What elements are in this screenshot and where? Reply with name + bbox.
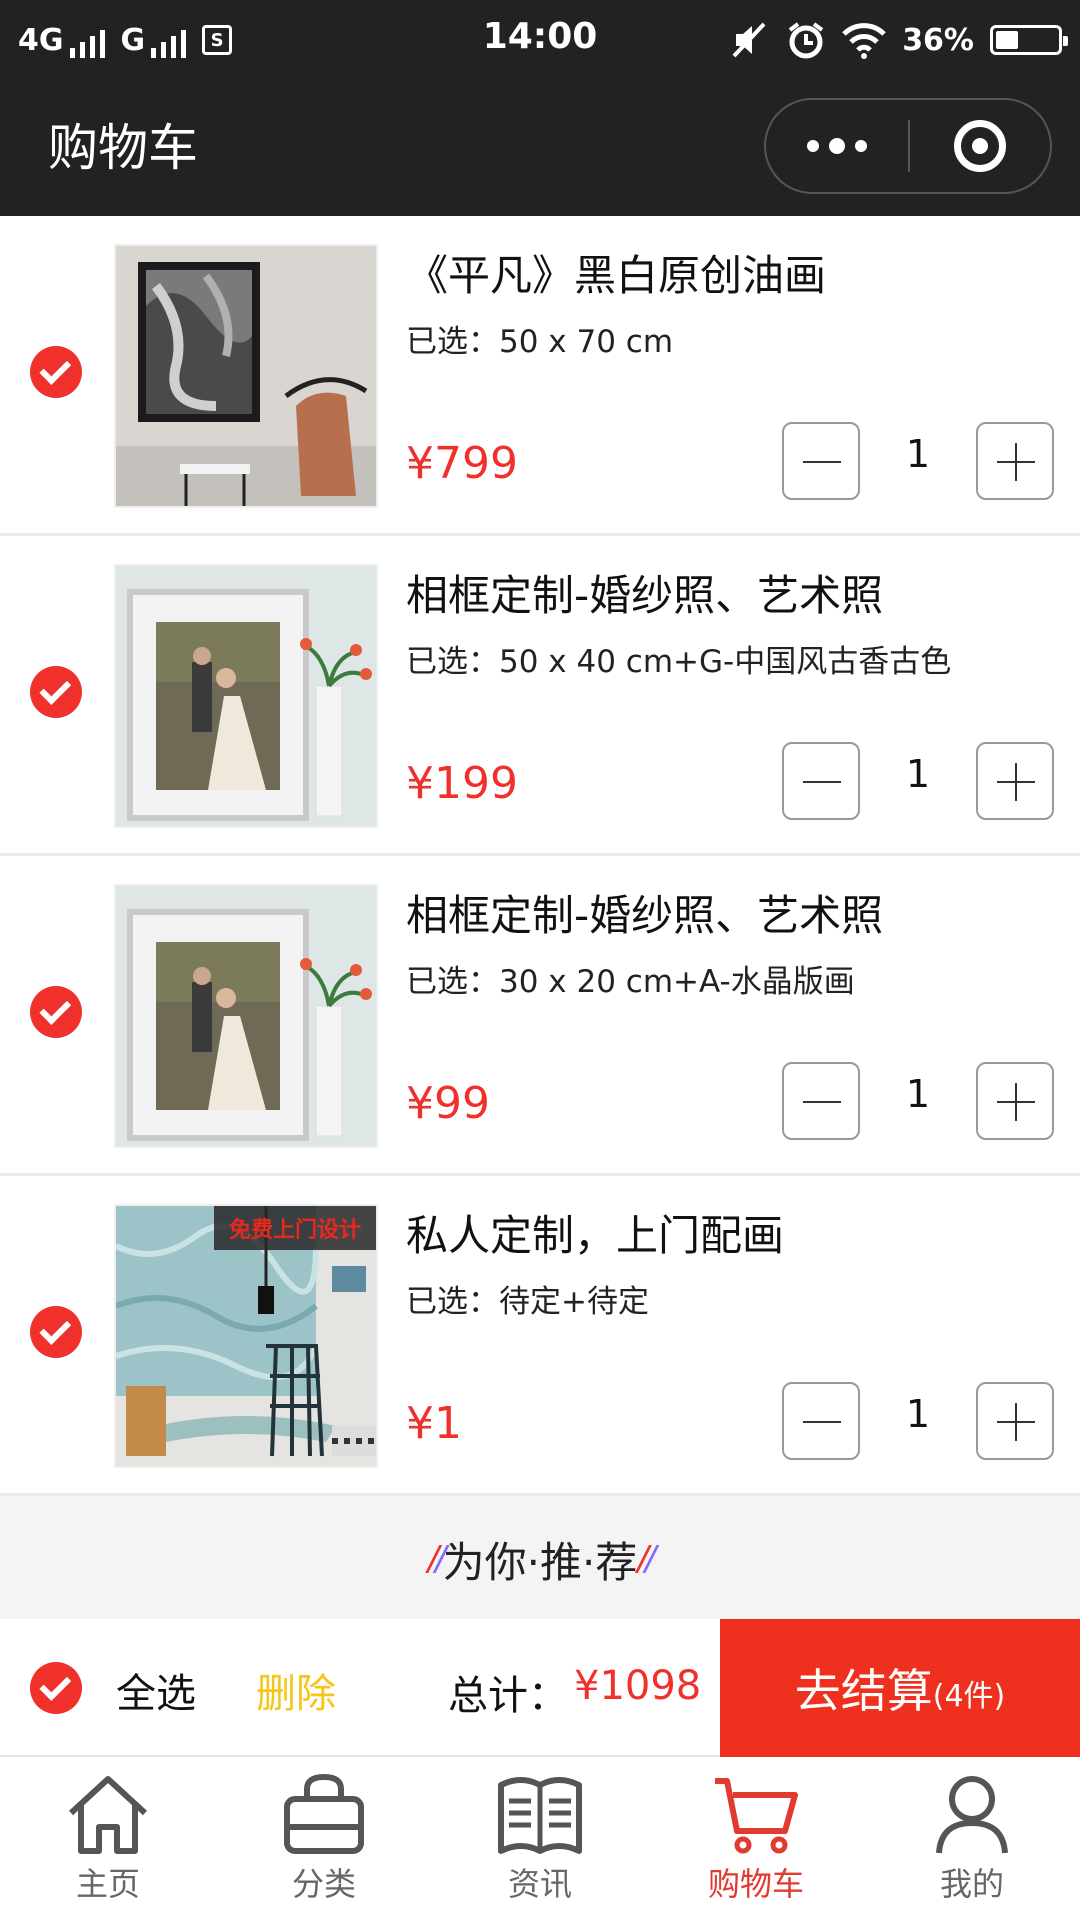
dot-icon [855,140,867,152]
recommend-label: 为你·推·荐 [442,1537,638,1587]
item-checkbox[interactable] [30,986,82,1038]
increase-quantity-button[interactable] [976,742,1054,820]
tab-category[interactable]: 分类 [216,1757,432,1920]
item-title[interactable]: 《平凡》黑白原创油画 [406,242,826,303]
bag-icon [284,1773,364,1854]
decrease-quantity-button[interactable] [782,1382,860,1460]
delete-button[interactable]: 删除 [256,1661,336,1719]
total-value: ¥1098 [574,1663,702,1709]
quantity-stepper: 1 [782,742,1054,822]
dot-icon [807,140,819,152]
quantity-value[interactable]: 1 [860,1392,976,1436]
item-price: ¥199 [406,758,518,809]
quantity-value[interactable]: 1 [860,752,976,796]
increase-quantity-button[interactable] [976,422,1054,500]
item-price: ¥1 [406,1398,462,1449]
nav-bar: 购物车 [0,80,1080,216]
recommend-section-header: // 为你·推·荐 // [0,1499,1080,1619]
product-image[interactable] [114,244,378,508]
increase-quantity-button[interactable] [976,1382,1054,1460]
item-spec: 已选：待定+待定 [406,1284,649,1320]
mini-program-capsule [764,98,1052,194]
free-design-badge: 免费上门设计 [214,1206,376,1250]
decrease-quantity-button[interactable] [782,422,860,500]
close-button[interactable] [910,100,1050,192]
cart-item: 相框定制-婚纱照、艺术照 已选：30 x 20 cm+A-水晶版画 ¥99 1 [0,856,1080,1176]
item-spec: 已选：50 x 70 cm [406,324,674,360]
cart-item: 相框定制-婚纱照、艺术照 已选：50 x 40 cm+G-中国风古香古色 ¥19… [0,536,1080,856]
cart-screen: 4G G S 14:00 36% 购物车 《平凡》黑白原创油画 已选：50 x … [0,0,1080,1920]
tab-label: 分类 [291,1865,356,1903]
checkout-button[interactable]: 去结算 (4件) [720,1619,1080,1757]
item-price: ¥799 [406,438,518,489]
checkout-label: 去结算 [794,1664,933,1718]
product-image[interactable] [114,564,378,828]
battery-icon [990,25,1068,55]
user-icon [936,1776,1008,1854]
mute-icon [732,22,766,58]
select-all-checkbox[interactable] [30,1662,82,1714]
status-bar: 4G G S 14:00 36% [0,0,1080,80]
battery-level [996,31,1018,49]
cart-item: 《平凡》黑白原创油画 已选：50 x 70 cm ¥799 1 [0,216,1080,536]
dot-icon [829,138,845,154]
increase-quantity-button[interactable] [976,1062,1054,1140]
item-checkbox[interactable] [30,666,82,718]
quantity-stepper: 1 [782,1062,1054,1142]
product-image[interactable] [114,884,378,1148]
slash-decoration-right: // [637,1539,656,1579]
home-icon [68,1776,148,1854]
alarm-icon [788,22,824,59]
tab-news[interactable]: 资讯 [432,1757,648,1920]
cart-icon [715,1778,798,1854]
more-button[interactable] [766,100,908,192]
item-spec: 已选：50 x 40 cm+G-中国风古香古色 [406,644,952,680]
tab-mine[interactable]: 我的 [864,1757,1080,1920]
item-price: ¥99 [406,1078,490,1129]
page-title: 购物车 [48,119,198,177]
quantity-stepper: 1 [782,1382,1054,1462]
news-icon [498,1777,582,1854]
item-checkbox[interactable] [30,346,82,398]
item-title[interactable]: 相框定制-婚纱照、艺术照 [406,882,883,943]
item-checkbox[interactable] [30,1306,82,1358]
tab-label: 主页 [75,1865,140,1903]
product-image[interactable]: 免费上门设计 [114,1204,378,1468]
tab-bar: 主页 分类 资讯 购物车 我的 [0,1757,1080,1920]
target-icon [954,120,1006,172]
cart-item: 免费上门设计 私人定制，上门配画 已选：待定+待定 ¥1 1 [0,1176,1080,1496]
slash-decoration-left: // [427,1539,447,1579]
tab-home[interactable]: 主页 [0,1757,216,1920]
item-title[interactable]: 相框定制-婚纱照、艺术照 [406,562,883,623]
item-title[interactable]: 私人定制，上门配画 [406,1202,784,1263]
wifi-icon [842,23,886,59]
quantity-stepper: 1 [782,422,1054,502]
item-spec: 已选：30 x 20 cm+A-水晶版画 [406,964,855,1000]
decrease-quantity-button[interactable] [782,742,860,820]
battery-percent: 36% [902,22,974,58]
checkout-bar: 全选 删除 总计： ¥1098 去结算 (4件) [0,1619,1080,1757]
tab-label: 我的 [939,1865,1004,1903]
tab-label: 资讯 [507,1865,572,1903]
select-all-label[interactable]: 全选 [116,1661,196,1719]
quantity-value[interactable]: 1 [860,432,976,476]
total-label: 总计： [448,1673,568,1719]
cart-list: 《平凡》黑白原创油画 已选：50 x 70 cm ¥799 1 相框定制-婚纱照… [0,216,1080,1496]
decrease-quantity-button[interactable] [782,1062,860,1140]
checkout-count: (4件) [932,1679,1006,1714]
status-right: 36% [730,16,1068,64]
tab-label: 购物车 [707,1865,804,1903]
tab-cart[interactable]: 购物车 [648,1757,864,1920]
quantity-value[interactable]: 1 [860,1072,976,1116]
